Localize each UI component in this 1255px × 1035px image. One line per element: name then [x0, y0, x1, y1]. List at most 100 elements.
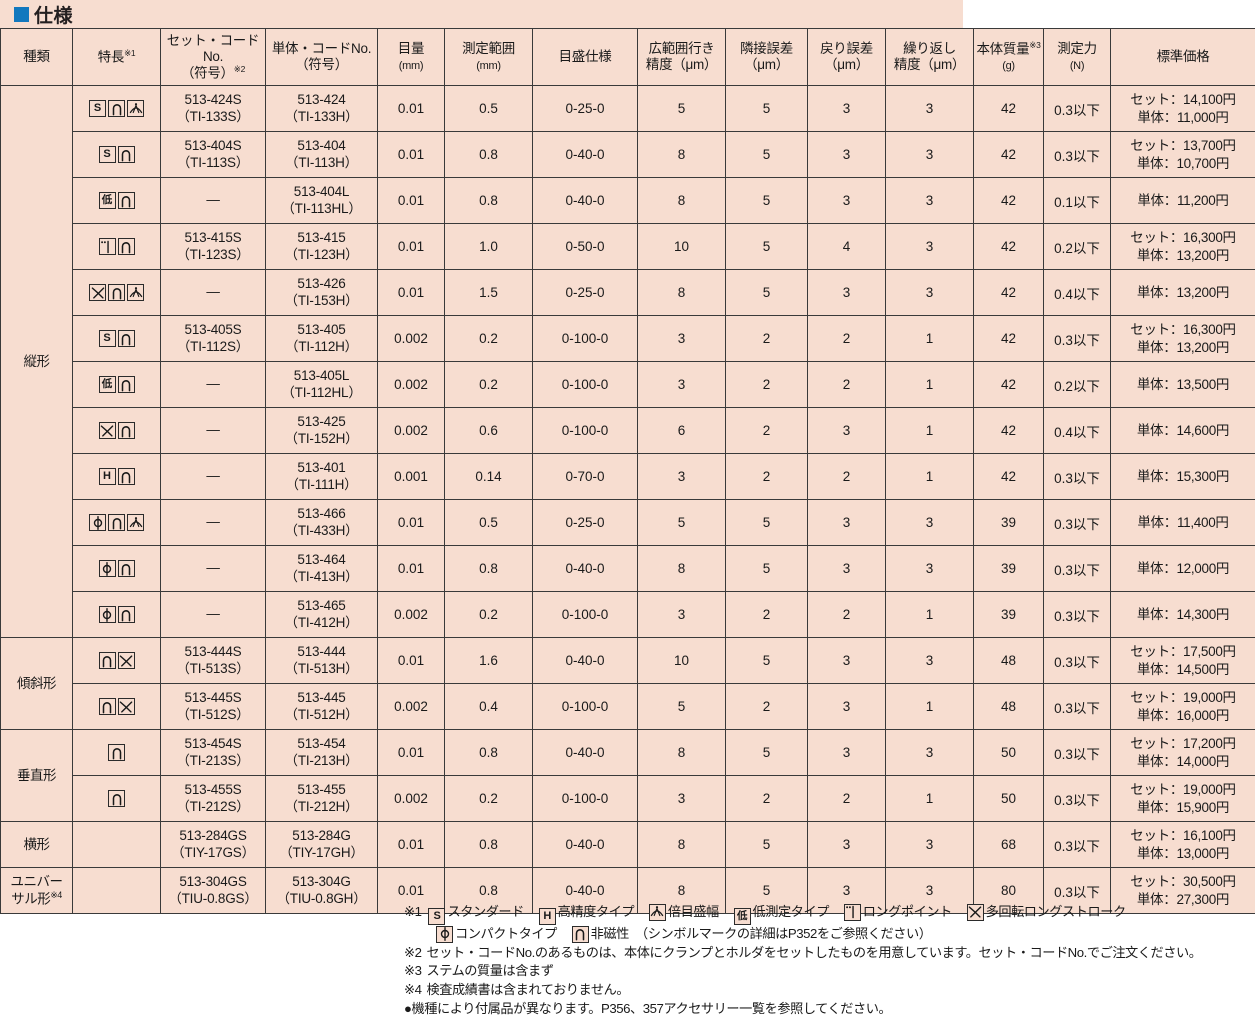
row-wide-accuracy: 8 [637, 177, 726, 224]
row-wide-accuracy: 3 [637, 315, 726, 362]
row-range: 0.8 [444, 729, 533, 776]
row-adjacent-error: 5 [725, 821, 808, 868]
footnote-symbol-label: ロングポイント [862, 904, 965, 919]
low-force-icon: 低 [98, 192, 116, 209]
non-magnetic-icon [117, 330, 135, 347]
non-magnetic-icon [108, 790, 125, 807]
row-set-code: 513-454S （TI-213S） [160, 729, 266, 776]
row-kind-3: 横形 [0, 821, 73, 868]
row-adjacent-error: 2 [725, 361, 808, 408]
footnote-2: ※2 セット・コードNo.のあるものは、本体にクランプとホルダをセットしたものを用… [404, 944, 1254, 963]
row-dial-spec: 0-40-0 [532, 637, 638, 684]
footnote-3-label: ※3 [404, 963, 422, 979]
non-magnetic-icon [98, 652, 116, 669]
table-row: 513-415S （TI-123S） 513-415 （TI-123H） 0.01 1.0… [1, 223, 1255, 270]
row-range: 0.5 [444, 85, 533, 132]
row-feature-symbols: S [72, 315, 161, 362]
row-adjacent-error: 5 [725, 269, 808, 316]
row-range: 1.6 [444, 637, 533, 684]
row-wide-accuracy: 8 [637, 729, 726, 776]
col-dial-spec: 目盛仕様 [532, 28, 638, 86]
footnote-symbol-label: 多回転ロングストローク [985, 904, 1139, 919]
row-return-error: 4 [807, 223, 886, 270]
row-price: 単体：14,300円 [1110, 591, 1255, 638]
row-adjacent-error: 5 [725, 545, 808, 592]
compact-icon [436, 925, 453, 943]
row-dial-spec: 0-100-0 [532, 407, 638, 454]
row-single-code: 513-284G （TIY-17GH） [265, 821, 378, 868]
non-magnetic-icon [108, 284, 125, 301]
row-repeatability: 3 [885, 637, 974, 684]
multi-rotation-icon [117, 652, 135, 669]
row-range: 0.2 [444, 361, 533, 408]
row-dial-spec: 0-25-0 [532, 499, 638, 546]
row-feature-symbols: S [72, 131, 161, 178]
row-price: セット：13,700円 単体：10,700円 [1110, 131, 1255, 178]
row-range: 0.8 [444, 821, 533, 868]
compact-icon [89, 514, 106, 531]
row-mass: 42 [973, 315, 1044, 362]
row-measuring-force: 0.3以下 [1043, 637, 1111, 684]
row-repeatability: 1 [885, 453, 974, 500]
table-row: 513-445S （TI-512S） 513-445 （TI-512H） 0.002 0.… [1, 683, 1255, 730]
compact-icon [98, 606, 116, 623]
row-price: セット：16,300円 単体：13,200円 [1110, 315, 1255, 362]
row-mass: 39 [973, 545, 1044, 592]
row-graduation: 0.01 [377, 545, 445, 592]
row-single-code: 513-464 （TI-413H） [265, 545, 378, 592]
row-graduation: 0.01 [377, 223, 445, 270]
row-set-code: 513-444S （TI-513S） [160, 637, 266, 684]
row-range: 0.6 [444, 407, 533, 454]
row-feature-symbols [72, 867, 161, 914]
table-row: —513-465 （TI-412H） 0.002 0.2 0-100-0 3 2 2 1 39 0.… [1, 591, 1255, 638]
row-wide-accuracy: 3 [637, 775, 726, 822]
multi-rotation-icon [117, 698, 135, 715]
row-dial-spec: 0-25-0 [532, 85, 638, 132]
row-adjacent-error: 5 [725, 131, 808, 178]
row-set-code: — [160, 361, 266, 408]
col-price: 標準価格 [1110, 28, 1255, 86]
row-mass: 39 [973, 499, 1044, 546]
row-set-code: 513-405S （TI-112S） [160, 315, 266, 362]
footnote-3: ※3 ステムの質量は含まず [404, 962, 1254, 981]
table-row: S 513-405S （TI-112S） 513-405 （TI-112H） 0.002 0… [1, 315, 1255, 362]
row-repeatability: 1 [885, 361, 974, 408]
row-set-code: — [160, 545, 266, 592]
symbol-group [75, 652, 158, 669]
symbol-group [75, 790, 158, 807]
footnote-symbol-label: コンパクトタイプ [455, 926, 570, 941]
footnote-1-line2: コンパクトタイプ 非磁性 （シンボルマークの詳細はP352をご参照ください） [404, 925, 1254, 944]
row-set-code: 513-284GS （TIY-17GS） [160, 821, 266, 868]
row-feature-symbols [72, 729, 161, 776]
row-set-code: — [160, 591, 266, 638]
row-single-code: 513-455 （TI-212H） [265, 775, 378, 822]
row-dial-spec: 0-50-0 [532, 223, 638, 270]
table-row: 垂直形 513-454S （TI-213S） 513-454 （TI-213H） 0.01… [0, 729, 1255, 822]
row-price: セット：16,300円 単体：13,200円 [1110, 223, 1255, 270]
row-wide-accuracy: 8 [637, 131, 726, 178]
row-adjacent-error: 2 [725, 315, 808, 362]
footnote-2-text: セット・コードNo.のあるものは、本体にクランプとホルダをセットしたものを用意し… [426, 944, 1202, 960]
row-return-error: 3 [807, 269, 886, 316]
footnote-4: ※4 検査成績書は含まれておりません。 [404, 981, 1254, 1000]
row-range: 1.0 [444, 223, 533, 270]
row-wide-accuracy: 3 [637, 453, 726, 500]
row-feature-symbols [72, 637, 161, 684]
non-magnetic-icon [117, 146, 135, 163]
low-force-icon: 低 [98, 376, 116, 393]
row-measuring-force: 0.3以下 [1043, 821, 1111, 868]
row-measuring-force: 0.4以下 [1043, 269, 1111, 316]
row-repeatability: 3 [885, 821, 974, 868]
row-feature-symbols [72, 683, 161, 730]
footnote-1-symbol-list-2: コンパクトタイプ 非磁性 [434, 925, 642, 943]
multi-rotation-icon [89, 284, 106, 301]
row-dial-spec: 0-100-0 [532, 361, 638, 408]
table-row: —513-425 （TI-152H） 0.002 0.6 0-100-0 6 2 3 1 42 0.… [1, 407, 1255, 454]
row-adjacent-error: 5 [725, 85, 808, 132]
row-mass: 68 [973, 821, 1044, 868]
col-repeatability: 繰り返し 精度（μm） [885, 28, 974, 86]
row-price: セット：17,200円 単体：14,000円 [1110, 729, 1255, 776]
row-measuring-force: 0.3以下 [1043, 131, 1111, 178]
row-set-code: — [160, 407, 266, 454]
page-title: 仕様 [34, 5, 74, 27]
